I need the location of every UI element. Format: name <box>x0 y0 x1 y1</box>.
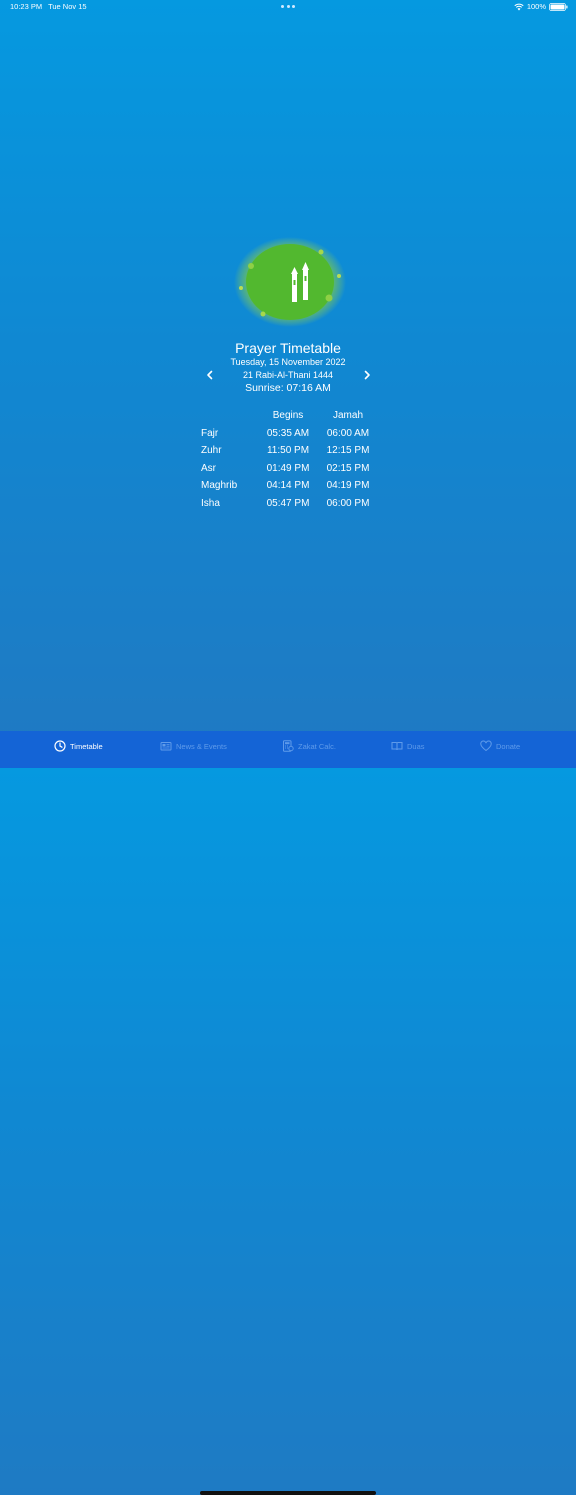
table-row: Fajr 05:35 AM 06:00 AM <box>200 427 380 445</box>
prayer-name: Zuhr <box>201 445 222 456</box>
battery-icon <box>549 3 568 11</box>
prayer-name: Fajr <box>201 427 219 439</box>
tab-zakat-calc[interactable]: Zakat Calc. <box>282 739 336 753</box>
begins-time: 05:47 PM <box>266 497 310 509</box>
status-left: 10:23 PM Tue Nov 15 <box>10 0 91 14</box>
jamah-time: 06:00 AM <box>326 427 370 439</box>
column-header-begins: Begins <box>272 410 304 421</box>
table-row: Asr 01:49 PM 02:15 PM <box>200 462 380 480</box>
begins-time: 05:35 AM <box>266 427 310 439</box>
jamah-time: 04:19 PM <box>326 480 370 491</box>
tab-bar: Timetable News & Events Zakat Calc. Duas… <box>0 731 576 1495</box>
battery-percent: 100% <box>526 2 546 11</box>
status-date: Tue Nov 15 <box>48 2 87 11</box>
column-header-jamah: Jamah <box>332 410 364 421</box>
page-title: Prayer Timetable <box>235 340 341 356</box>
home-indicator[interactable] <box>200 1491 376 1495</box>
tab-label: Donate <box>496 741 521 751</box>
tab-label: Timetable <box>70 741 103 751</box>
jamah-time: 02:15 PM <box>326 462 370 474</box>
table-row: Maghrib 04:14 PM 04:19 PM <box>200 479 380 497</box>
begins-time: 11:50 PM <box>266 445 310 456</box>
next-day-chevron-right-icon[interactable] <box>360 368 374 382</box>
status-right: 100% <box>514 0 568 14</box>
tab-news-events[interactable]: News & Events <box>160 739 227 753</box>
status-time: 10:23 PM <box>10 2 43 11</box>
table-row: Zuhr 11:50 PM 12:15 PM <box>200 444 380 462</box>
tab-label: Zakat Calc. <box>298 741 336 751</box>
previous-day-chevron-left-icon[interactable] <box>203 368 217 382</box>
begins-time: 01:49 PM <box>266 462 310 474</box>
tab-label: Duas <box>407 741 425 751</box>
heart-icon <box>480 740 492 752</box>
status-bar: 10:23 PM Tue Nov 15 100% <box>0 0 576 14</box>
jamah-time: 06:00 PM <box>326 497 370 509</box>
tab-timetable[interactable]: Timetable <box>54 739 103 753</box>
table-row: Isha 05:47 PM 06:00 PM <box>200 497 380 515</box>
prayer-name: Isha <box>201 497 220 509</box>
prayer-name: Asr <box>201 462 216 474</box>
tab-label: News & Events <box>176 741 227 751</box>
jamah-time: 12:15 PM <box>326 445 370 456</box>
begins-time: 04:14 PM <box>266 480 310 491</box>
calculator-icon <box>283 740 294 752</box>
wifi-icon <box>514 3 524 11</box>
table-header-row: Begins Jamah <box>200 409 380 427</box>
multitasking-dots-icon[interactable] <box>281 5 295 9</box>
book-icon <box>391 742 403 751</box>
tab-duas[interactable]: Duas <box>391 739 425 753</box>
clock-icon <box>54 740 66 752</box>
prayer-name: Maghrib <box>201 480 238 491</box>
newspaper-icon <box>160 742 172 751</box>
sunrise-time: Sunrise: 07:16 AM <box>245 382 331 394</box>
hijri-date: 21 Rabi-Al-Thani 1444 <box>242 370 334 380</box>
mosque-crescent-logo-icon <box>234 237 346 327</box>
prayer-times-table: Begins Jamah Fajr 05:35 AM 06:00 AM Zuhr… <box>200 409 380 514</box>
tab-donate[interactable]: Donate <box>480 739 520 753</box>
gregorian-date: Tuesday, 15 November 2022 <box>230 357 346 367</box>
